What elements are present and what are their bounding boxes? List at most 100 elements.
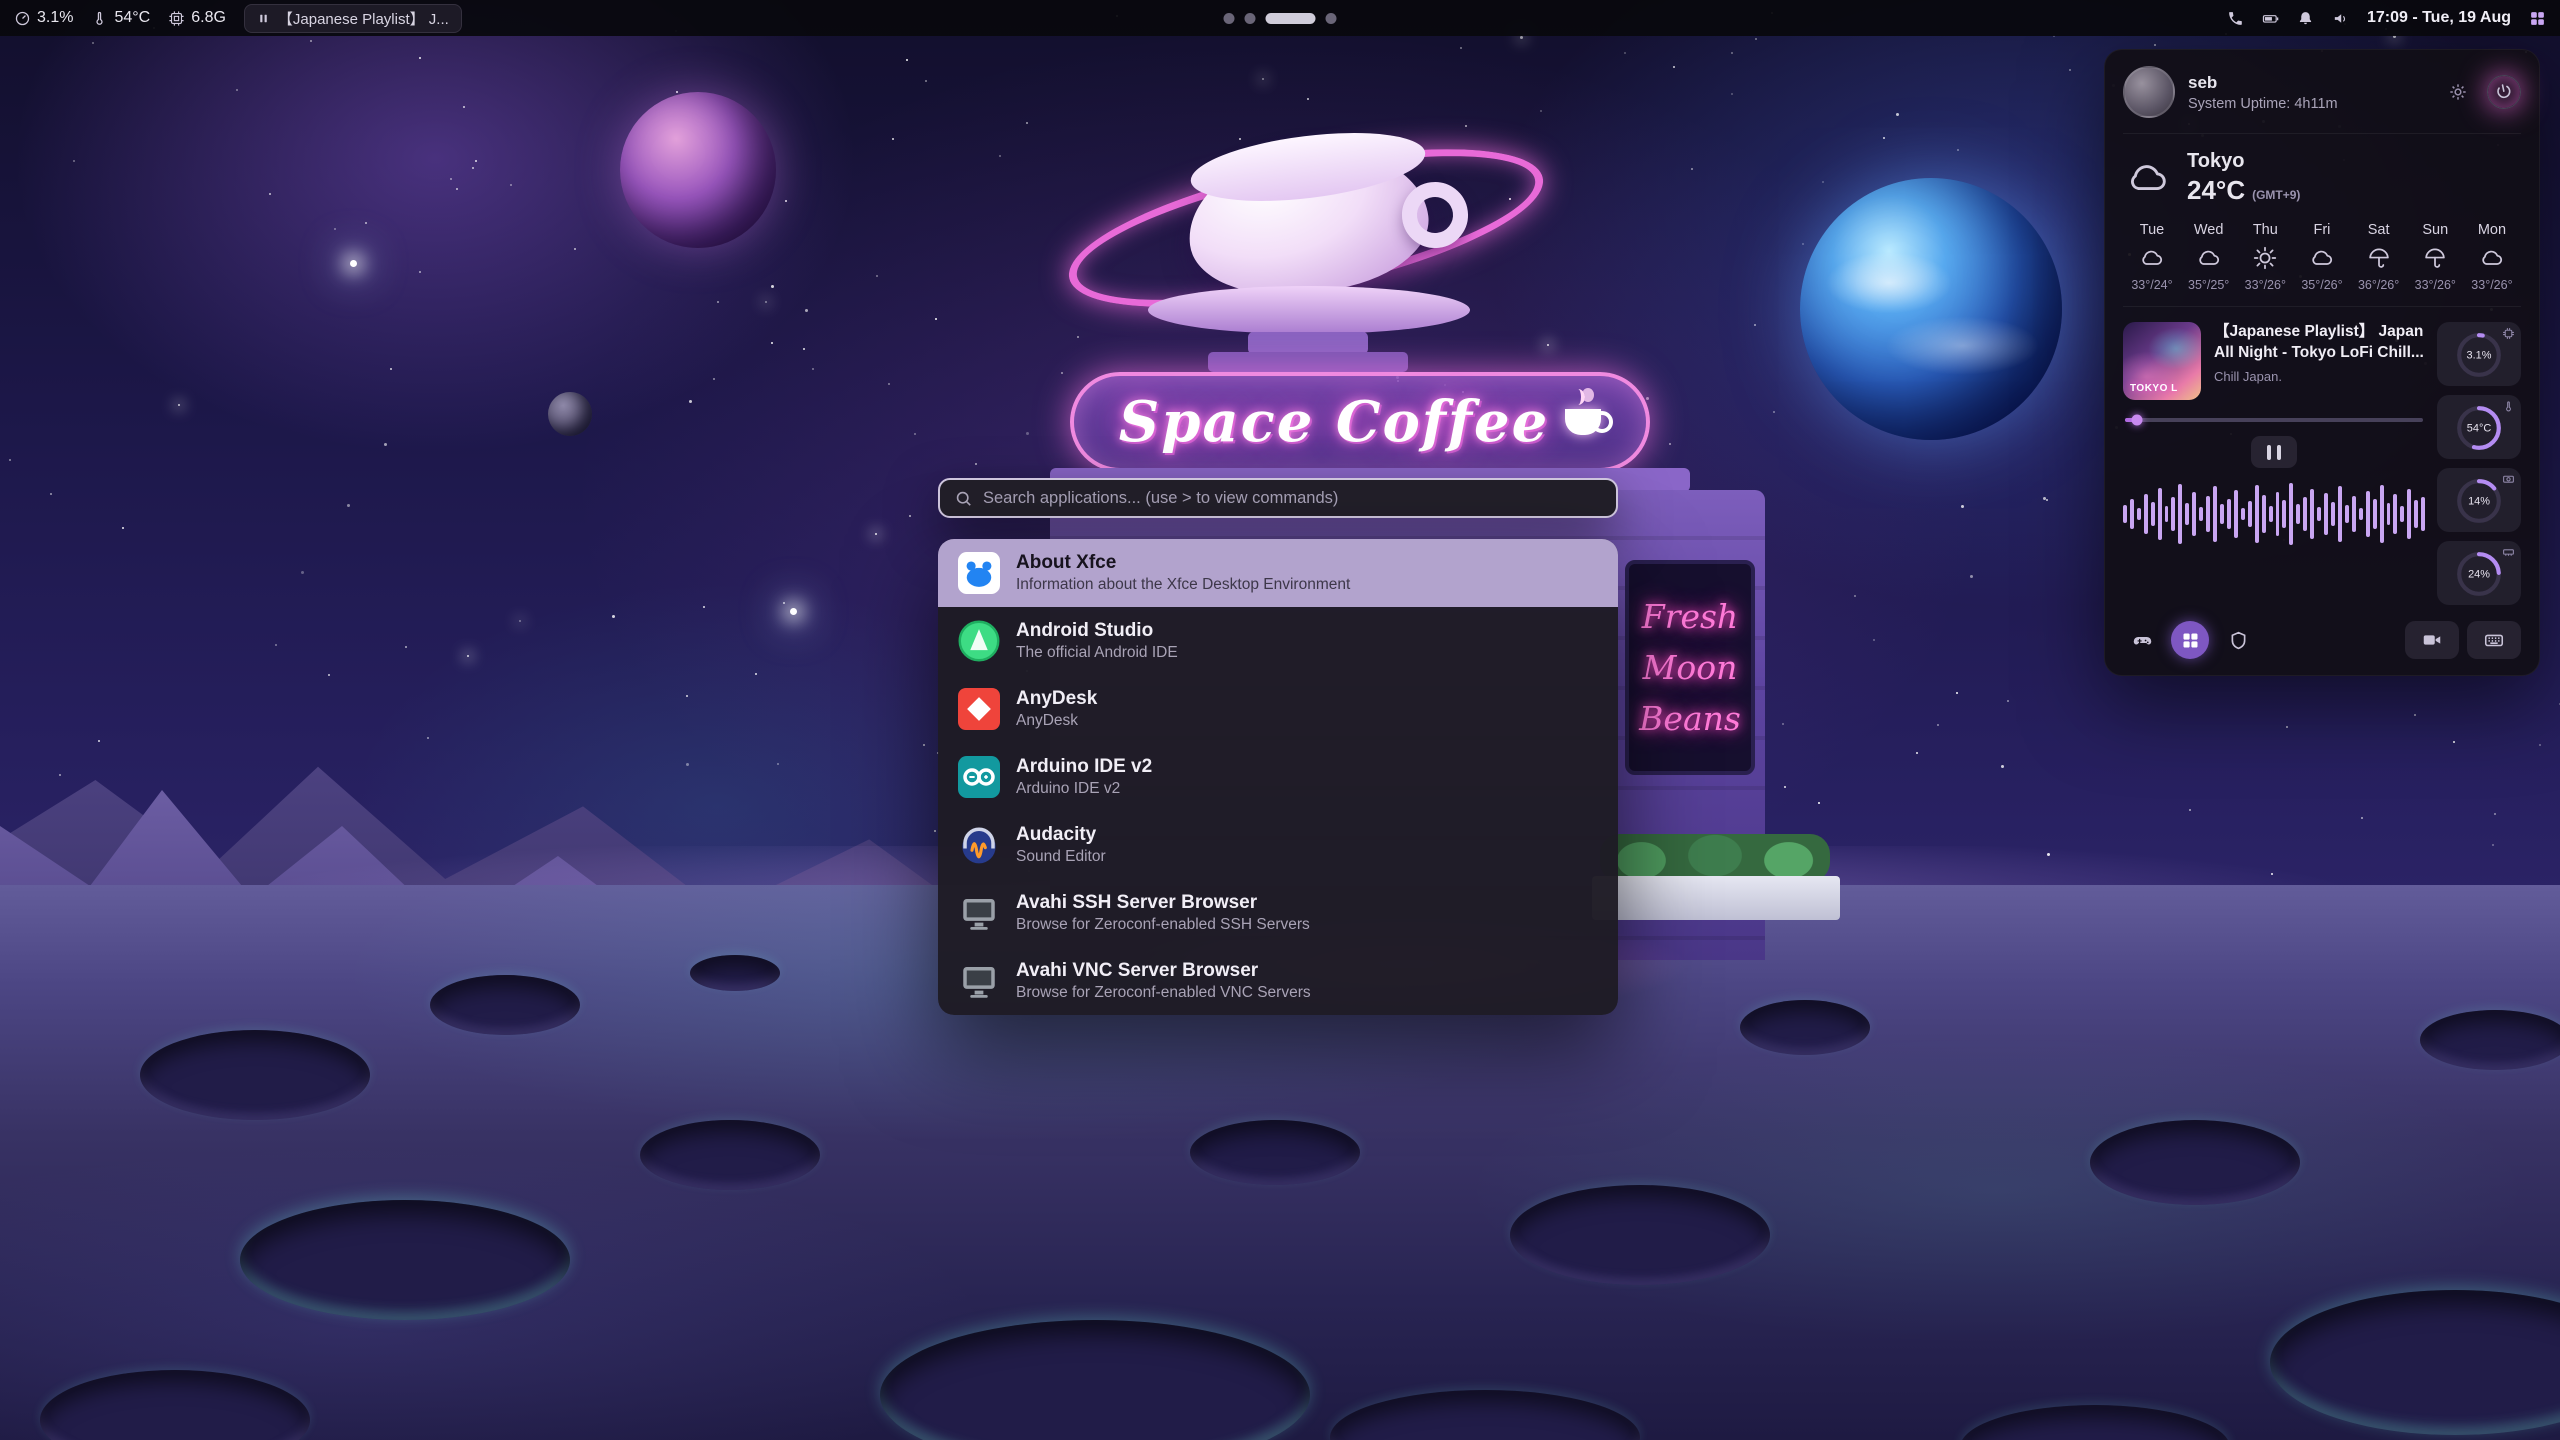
cloud-icon xyxy=(2139,245,2165,271)
result-title: Avahi SSH Server Browser xyxy=(1016,892,1310,914)
clock[interactable]: 17:09 - Tue, 19 Aug xyxy=(2367,9,2511,27)
media-player: TOKYO L 【Japanese Playlist】 Japan All Ni… xyxy=(2123,322,2425,605)
launcher-result[interactable]: Android StudioThe official Android IDE xyxy=(938,607,1618,675)
weather-city: Tokyo xyxy=(2187,150,2300,173)
search-input[interactable] xyxy=(983,489,1602,508)
forecast-day: Sat36°/26° xyxy=(2352,222,2406,292)
launcher-result[interactable]: AudacitySound Editor xyxy=(938,811,1618,879)
purple-planet xyxy=(620,92,776,248)
app-grid-icon[interactable] xyxy=(2529,10,2546,27)
controller-button[interactable] xyxy=(2123,621,2161,659)
monitor-app-icon xyxy=(958,960,1000,1002)
result-title: About Xfce xyxy=(1016,552,1350,574)
settings-button[interactable] xyxy=(2441,75,2475,109)
launcher-result[interactable]: Avahi SSH Server Browser Browse for Zeroc… xyxy=(938,879,1618,947)
apps-button[interactable] xyxy=(2171,621,2209,659)
xfce-app-icon xyxy=(958,552,1000,594)
track-title: 【Japanese Playlist】 Japan All Night - To… xyxy=(2214,322,2425,364)
saucer xyxy=(1148,286,1470,334)
roof-step xyxy=(1248,332,1368,354)
gauge[interactable]: 54°C xyxy=(2437,395,2521,459)
forecast-day-label: Sat xyxy=(2368,222,2390,238)
video-button[interactable] xyxy=(2405,621,2459,659)
control-panel: seb System Uptime: 4h11m Tokyo 24°C (GMT… xyxy=(2104,49,2540,676)
weather-cloud-icon xyxy=(2125,155,2171,201)
launcher-searchbar[interactable] xyxy=(938,478,1618,518)
launcher-result[interactable]: AnyDeskAnyDesk xyxy=(938,675,1618,743)
svg-text:3.1%: 3.1% xyxy=(2467,350,2492,362)
forecast-day-label: Sun xyxy=(2422,222,2448,238)
audacity-app-icon xyxy=(958,824,1000,866)
gauge[interactable]: 24% xyxy=(2437,541,2521,605)
cpu-stat[interactable]: 3.1% xyxy=(14,9,73,27)
launcher-results: About XfceInformation about the Xfce Des… xyxy=(938,539,1618,1015)
workspace-dot[interactable] xyxy=(1245,13,1256,24)
seek-bar[interactable] xyxy=(2125,418,2423,422)
thermometer-icon xyxy=(91,10,108,27)
result-subtitle: AnyDesk xyxy=(1016,712,1097,730)
shield-button[interactable] xyxy=(2219,621,2257,659)
window-neon-text: Fresh xyxy=(1642,591,1738,642)
gauge[interactable]: 14% xyxy=(2437,468,2521,532)
launcher-result[interactable]: Arduino IDE v2Arduino IDE v2 xyxy=(938,743,1618,811)
keyboard-button[interactable] xyxy=(2467,621,2521,659)
forecast-temps: 33°/24° xyxy=(2131,278,2172,292)
workspace-active[interactable] xyxy=(1266,13,1316,24)
window-neon-text: Moon xyxy=(1643,642,1738,693)
forecast-temps: 35°/26° xyxy=(2301,278,2342,292)
search-icon xyxy=(954,489,973,508)
forecast-day-label: Thu xyxy=(2253,222,2278,238)
forecast-temps: 33°/26° xyxy=(2245,278,2286,292)
user-section: seb System Uptime: 4h11m xyxy=(2123,66,2521,134)
result-title: Audacity xyxy=(1016,824,1106,846)
avatar[interactable] xyxy=(2123,66,2175,118)
temp-value: 54°C xyxy=(114,9,150,27)
bell-icon[interactable] xyxy=(2297,10,2314,27)
roof-step xyxy=(1208,352,1408,372)
power-button[interactable] xyxy=(2484,72,2524,112)
memory-stat[interactable]: 6.8G xyxy=(168,9,226,27)
neon-sign: Space Coffee xyxy=(1070,372,1650,472)
album-art[interactable]: TOKYO L xyxy=(2123,322,2201,400)
forecast-day: Fri35°/26° xyxy=(2295,222,2349,292)
small-moon xyxy=(548,392,592,436)
result-subtitle: Browse for Zeroconf-enabled SSH Servers xyxy=(1016,916,1310,934)
bright-star xyxy=(790,608,797,615)
audio-visualizer xyxy=(2123,478,2425,550)
result-title: Avahi VNC Server Browser xyxy=(1016,960,1311,982)
workspace-dot[interactable] xyxy=(1326,13,1337,24)
music-label: 【Japanese Playlist】 J... xyxy=(278,8,449,29)
battery-icon[interactable] xyxy=(2262,10,2279,27)
planter-box xyxy=(1592,876,1840,920)
coffee-cup-icon xyxy=(1565,409,1601,435)
memory-value: 6.8G xyxy=(191,9,226,27)
temp-stat[interactable]: 54°C xyxy=(91,9,150,27)
launcher-result[interactable]: Avahi VNC Server BrowserBrowse for Zeroc… xyxy=(938,947,1618,1015)
workspace-indicator[interactable] xyxy=(1224,0,1337,36)
play-pause-button[interactable] xyxy=(2251,436,2297,468)
workspace-dot[interactable] xyxy=(1224,13,1235,24)
music-widget[interactable]: 【Japanese Playlist】 J... xyxy=(244,4,462,33)
anydesk-app-icon xyxy=(958,688,1000,730)
seek-handle[interactable] xyxy=(2131,415,2142,426)
weather-widget: Tokyo 24°C (GMT+9) Tue33°/24°Wed35°/25°T… xyxy=(2123,134,2521,307)
track-subtitle: Chill Japan. xyxy=(2214,369,2425,384)
forecast-day: Sun33°/26° xyxy=(2408,222,2462,292)
rain-icon xyxy=(2422,245,2448,271)
volume-icon[interactable] xyxy=(2332,10,2349,27)
svg-text:14%: 14% xyxy=(2468,496,2490,508)
system-gauges: 3.1% 54°C 14% 24% xyxy=(2437,322,2521,605)
shop-window: FreshMoonBeans xyxy=(1625,560,1755,775)
result-subtitle: The official Android IDE xyxy=(1016,644,1178,662)
forecast-day: Wed35°/25° xyxy=(2182,222,2236,292)
launcher-result[interactable]: About XfceInformation about the Xfce Des… xyxy=(938,539,1618,607)
topbar: 3.1% 54°C 6.8G 【Japanese Playlist】 J... … xyxy=(0,0,2560,36)
weather-temp: 24°C xyxy=(2187,175,2245,206)
weather-timezone: (GMT+9) xyxy=(2252,188,2300,202)
forecast-day-label: Mon xyxy=(2478,222,2506,238)
album-label: TOKYO L xyxy=(2130,383,2178,394)
gauge[interactable]: 3.1% xyxy=(2437,322,2521,386)
svg-text:24%: 24% xyxy=(2468,569,2490,581)
phone-icon[interactable] xyxy=(2227,10,2244,27)
cpu-value: 3.1% xyxy=(37,9,73,27)
